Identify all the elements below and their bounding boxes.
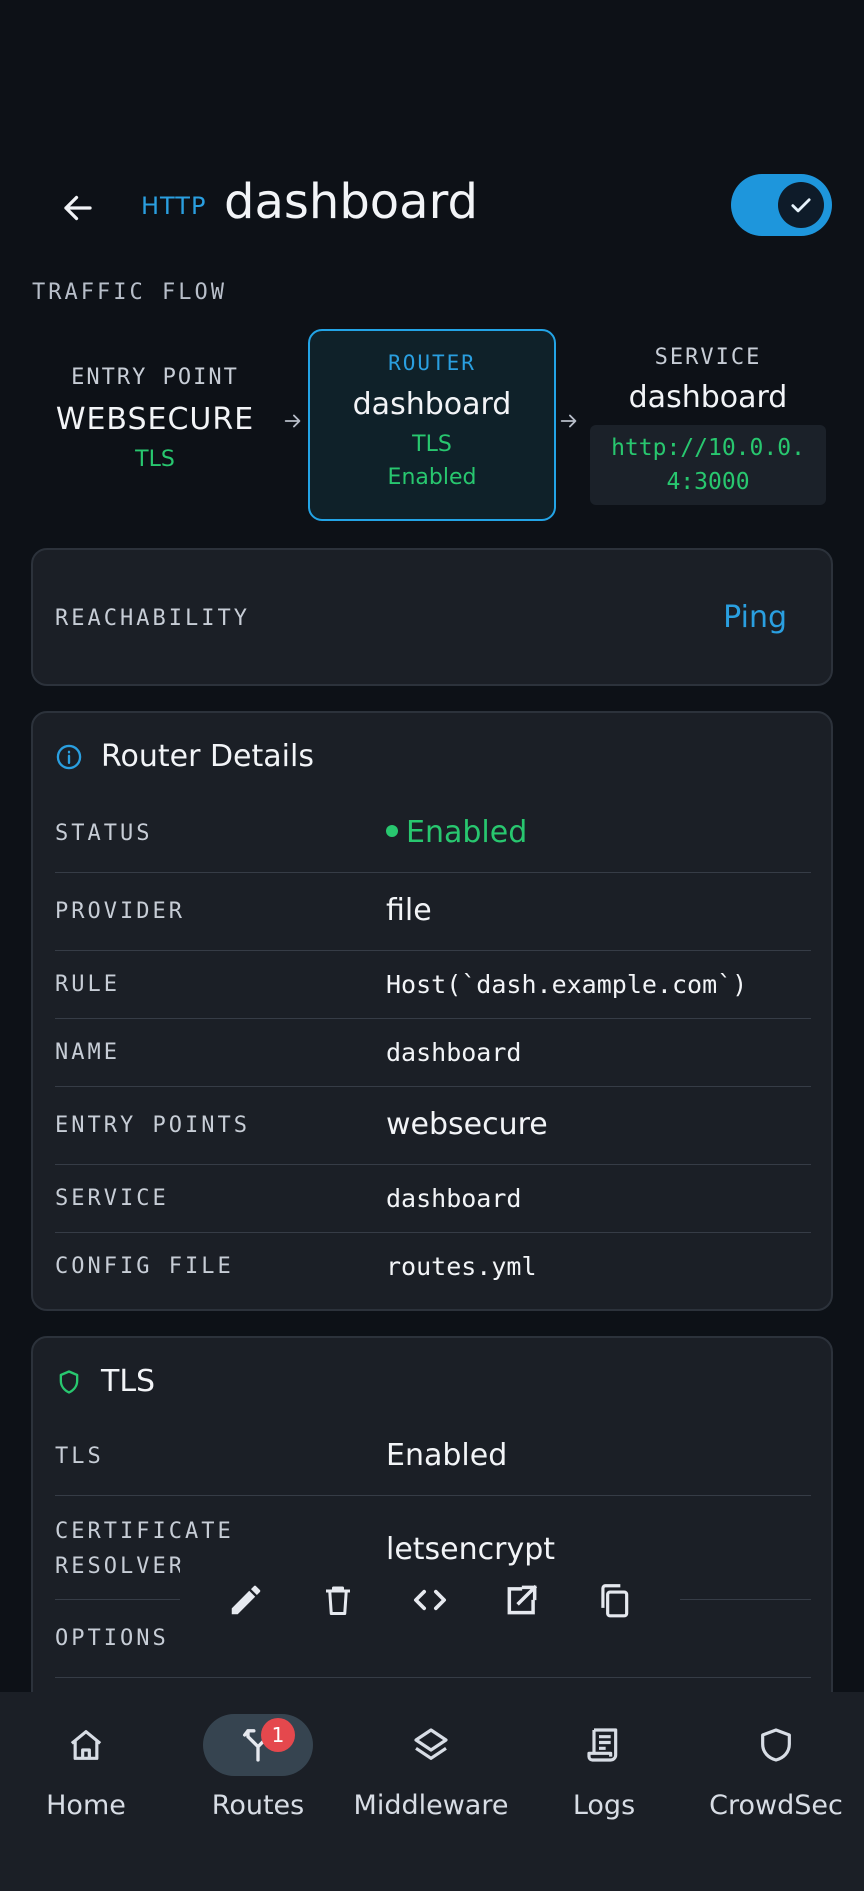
detail-row-service: SERVICE dashboard: [55, 1165, 811, 1233]
check-icon: [791, 198, 811, 213]
action-bar: [180, 1566, 680, 1634]
delete-button[interactable]: [308, 1570, 368, 1630]
detail-key: SERVICE: [55, 1186, 169, 1211]
router-details-card: Router Details STATUS Enabled PROVIDER f…: [31, 711, 833, 1311]
entry-point-value: WEBSECURE: [55, 402, 255, 437]
detail-row-status: STATUS Enabled: [55, 793, 811, 873]
tls-row-tls: TLS Enabled: [55, 1418, 811, 1496]
nav-label: Logs: [572, 1790, 636, 1821]
info-icon: [56, 744, 82, 769]
arrow-left-icon: [64, 195, 92, 221]
detail-row-provider: PROVIDER file: [55, 873, 811, 951]
layers-icon: [414, 1728, 448, 1760]
nav-label: Home: [46, 1790, 126, 1821]
nav-label: Middleware: [353, 1790, 509, 1821]
router-value: dashboard: [352, 387, 512, 422]
edit-button[interactable]: [216, 1570, 276, 1630]
tls-title: TLS: [101, 1364, 156, 1399]
router-key: ROUTER: [388, 351, 476, 375]
reachability-label: REACHABILITY: [55, 606, 250, 631]
nav-routes-icon-wrap: 1: [203, 1714, 313, 1776]
tls-value: letsencrypt: [386, 1532, 556, 1567]
nav-middleware[interactable]: Middleware: [345, 1702, 517, 1832]
trash-icon: [326, 1586, 350, 1615]
service-value: dashboard: [628, 380, 788, 415]
nav-home-icon-wrap: [31, 1714, 141, 1776]
detail-row-rule: RULE Host(`dash.example.com`): [55, 951, 811, 1019]
service-url: http://10.0.0.4:3000: [590, 425, 826, 505]
status-text: Enabled: [406, 815, 528, 850]
entry-point-tls: TLS: [135, 447, 175, 472]
nav-label: Routes: [211, 1790, 305, 1821]
router-details-title: Router Details: [101, 739, 314, 774]
external-link-icon: [507, 1584, 538, 1615]
nav-label: CrowdSec: [709, 1790, 843, 1821]
detail-key: ENTRY POINTS: [55, 1113, 250, 1138]
reachability-card: REACHABILITY Ping: [31, 548, 833, 686]
router-details-header: Router Details: [55, 739, 314, 774]
service-key: SERVICE: [654, 345, 762, 370]
home-icon: [70, 1730, 102, 1760]
detail-value: websecure: [386, 1107, 548, 1142]
enabled-toggle[interactable]: [731, 174, 832, 236]
entry-point-key: ENTRY POINT: [71, 365, 239, 390]
arrow-right-icon: [560, 414, 577, 428]
arrow-right-icon: [284, 414, 301, 428]
detail-value: routes.yml: [386, 1252, 537, 1281]
copy-button[interactable]: [584, 1570, 644, 1630]
router-status: Enabled: [387, 465, 477, 490]
nav-logs-icon-wrap: [549, 1714, 659, 1776]
detail-key: STATUS: [55, 821, 153, 846]
nav-crowdsec-icon-wrap: [721, 1714, 831, 1776]
tls-card: TLS TLS Enabled CERTIFICATE RESOLVER let…: [31, 1336, 833, 1736]
detail-value: dashboard: [386, 1184, 522, 1213]
detail-value: Host(`dash.example.com`): [386, 970, 748, 999]
detail-row-name: NAME dashboard: [55, 1019, 811, 1087]
router-node[interactable]: ROUTER dashboard TLS Enabled: [308, 329, 556, 521]
detail-value: file: [386, 893, 432, 928]
ping-button[interactable]: Ping: [723, 600, 787, 635]
bottom-nav: Home 1 Routes Middleware Logs CrowdSec: [0, 1692, 864, 1891]
entry-point-node: ENTRY POINT WEBSECURE TLS: [40, 365, 270, 472]
router-tls: TLS: [412, 432, 452, 457]
nav-routes[interactable]: 1 Routes: [172, 1702, 344, 1832]
header: HTTP dashboard: [0, 160, 864, 252]
tls-key: TLS: [55, 1444, 104, 1469]
open-external-button[interactable]: [492, 1570, 552, 1630]
back-button[interactable]: [52, 182, 104, 234]
pencil-icon: [231, 1585, 261, 1615]
routes-badge: 1: [261, 1718, 295, 1752]
shield-icon: [761, 1728, 791, 1762]
protocol-label: HTTP: [141, 192, 207, 220]
nav-crowdsec[interactable]: CrowdSec: [690, 1702, 862, 1832]
logs-icon: [587, 1728, 618, 1762]
view-code-button[interactable]: [400, 1570, 460, 1630]
detail-key: NAME: [55, 1040, 120, 1065]
detail-key: RULE: [55, 972, 120, 997]
tls-key: OPTIONS: [55, 1626, 169, 1651]
detail-key: CONFIG FILE: [55, 1254, 234, 1279]
nav-logs[interactable]: Logs: [518, 1702, 690, 1832]
toggle-knob: [778, 182, 824, 228]
nav-middleware-icon-wrap: [376, 1714, 486, 1776]
copy-icon: [601, 1584, 629, 1618]
tls-value: Enabled: [386, 1438, 508, 1473]
service-node[interactable]: SERVICE dashboard http://10.0.0.4:3000: [590, 345, 826, 505]
detail-row-config-file: CONFIG FILE routes.yml: [55, 1233, 811, 1301]
traffic-flow-label: TRAFFIC FLOW: [32, 280, 227, 305]
code-icon: [414, 1589, 446, 1611]
tls-header: TLS: [55, 1364, 155, 1399]
detail-row-entry-points: ENTRY POINTS websecure: [55, 1087, 811, 1165]
detail-key: PROVIDER: [55, 899, 185, 924]
status-dot: [386, 824, 398, 837]
status-value: Enabled: [386, 815, 527, 850]
nav-home[interactable]: Home: [0, 1702, 172, 1832]
shield-icon: [59, 1369, 79, 1394]
detail-value: dashboard: [386, 1038, 522, 1067]
page-title: dashboard: [224, 174, 478, 230]
